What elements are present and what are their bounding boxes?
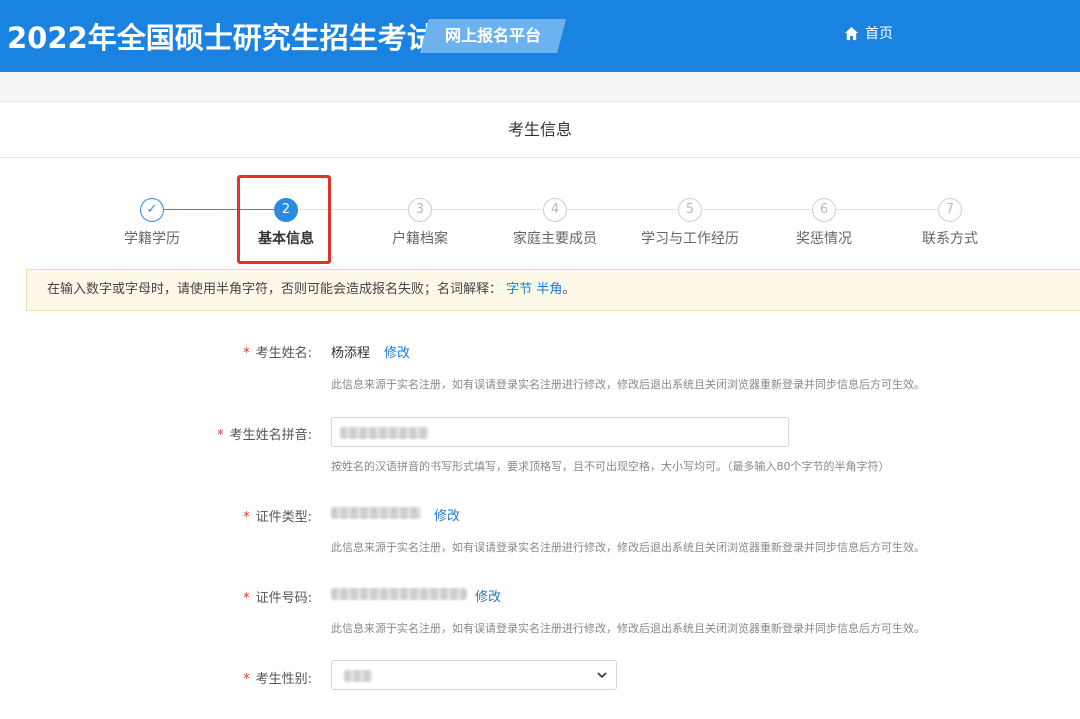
id-number-label-text: 证件号码: — [255, 591, 312, 606]
step-label: 学籍学历 — [124, 231, 180, 247]
name-label-text: 考生姓名: — [255, 346, 312, 361]
halfwidth-link[interactable]: 半角 — [536, 282, 562, 297]
pinyin-hint: 按姓名的汉语拼音的书写形式填写，要求顶格写，且不可出现空格，大小写均可。（最多输… — [331, 460, 890, 473]
required-mark: * — [243, 346, 250, 361]
home-icon — [844, 26, 859, 40]
id-type-hint: 此信息来源于实名注册，如有误请登录实名注册进行修改，修改后退出系统且关闭浏览器重… — [331, 541, 925, 554]
step-number: 6 — [812, 198, 836, 222]
edit-id-type-link[interactable]: 修改 — [434, 505, 460, 524]
step-label: 奖惩情况 — [796, 231, 852, 247]
required-mark: * — [243, 591, 250, 606]
redacted-value — [340, 427, 428, 439]
byte-link[interactable]: 字节 — [506, 282, 532, 297]
gender-select[interactable] — [331, 660, 617, 690]
redacted-id-number — [331, 588, 467, 600]
step-4: 4 家庭主要成员 — [485, 192, 625, 248]
id-number-label: * 证件号码: — [112, 587, 312, 606]
gender-label-text: 考生性别: — [255, 672, 312, 687]
pinyin-label-text: 考生姓名拼音: — [229, 428, 312, 443]
edit-name-link[interactable]: 修改 — [384, 342, 410, 361]
platform-badge: 网上报名平台 — [420, 19, 566, 53]
required-mark: * — [243, 672, 250, 687]
step-number: 4 — [543, 198, 567, 222]
home-link-label: 首页 — [865, 26, 893, 42]
exam-title: 2022年全国硕士研究生招生考试 — [7, 21, 436, 55]
id-number-hint: 此信息来源于实名注册，如有误请登录实名注册进行修改，修改后退出系统且关闭浏览器重… — [331, 622, 925, 635]
top-header: 2022年全国硕士研究生招生考试 网上报名平台 首页 — [0, 0, 1080, 72]
highlight-box — [237, 175, 331, 264]
required-mark: * — [243, 510, 250, 525]
gray-band — [0, 72, 1080, 102]
section-title: 考生信息 — [0, 102, 1080, 158]
step-progress: ✓ 学籍学历 2 基本信息 3 户籍档案 4 家庭主要成员 5 学习与工作经历 … — [0, 192, 1080, 262]
platform-badge-label: 网上报名平台 — [444, 26, 541, 45]
step-label: 联系方式 — [922, 231, 978, 247]
notice-banner: 在输入数字或字母时，请使用半角字符，否则可能会造成报名失败；名词解释： 字节 半… — [26, 269, 1080, 311]
check-icon: ✓ — [140, 198, 164, 222]
step-number: 7 — [938, 198, 962, 222]
pinyin-label: * 考生姓名拼音: — [112, 424, 312, 443]
step-label: 学习与工作经历 — [641, 231, 739, 247]
id-type-label: * 证件类型: — [112, 506, 312, 525]
edit-id-number-link[interactable]: 修改 — [475, 586, 501, 605]
redacted-gender — [344, 670, 372, 682]
step-5: 5 学习与工作经历 — [620, 192, 760, 248]
name-label: * 考生姓名: — [112, 342, 312, 361]
step-7: 7 联系方式 — [880, 192, 1020, 248]
id-type-label-text: 证件类型: — [255, 510, 312, 525]
step-3: 3 户籍档案 — [350, 192, 490, 248]
home-link[interactable]: 首页 — [844, 22, 893, 44]
gender-label: * 考生性别: — [112, 668, 312, 687]
redacted-id-type — [331, 507, 421, 519]
step-number: 3 — [408, 198, 432, 222]
step-6: 6 奖惩情况 — [754, 192, 894, 248]
notice-end: 。 — [562, 282, 576, 297]
name-hint: 此信息来源于实名注册，如有误请登录实名注册进行修改，修改后退出系统且关闭浏览器重… — [331, 378, 925, 391]
step-label: 家庭主要成员 — [513, 231, 597, 247]
notice-text: 在输入数字或字母时，请使用半角字符，否则可能会造成报名失败；名词解释： — [47, 282, 503, 297]
required-mark: * — [217, 428, 224, 443]
chevron-down-icon — [597, 672, 607, 679]
step-label: 户籍档案 — [392, 231, 448, 247]
pinyin-input[interactable] — [331, 417, 789, 447]
step-1: ✓ 学籍学历 — [82, 192, 222, 248]
name-value: 杨添程 — [331, 346, 371, 361]
step-number: 5 — [678, 198, 702, 222]
